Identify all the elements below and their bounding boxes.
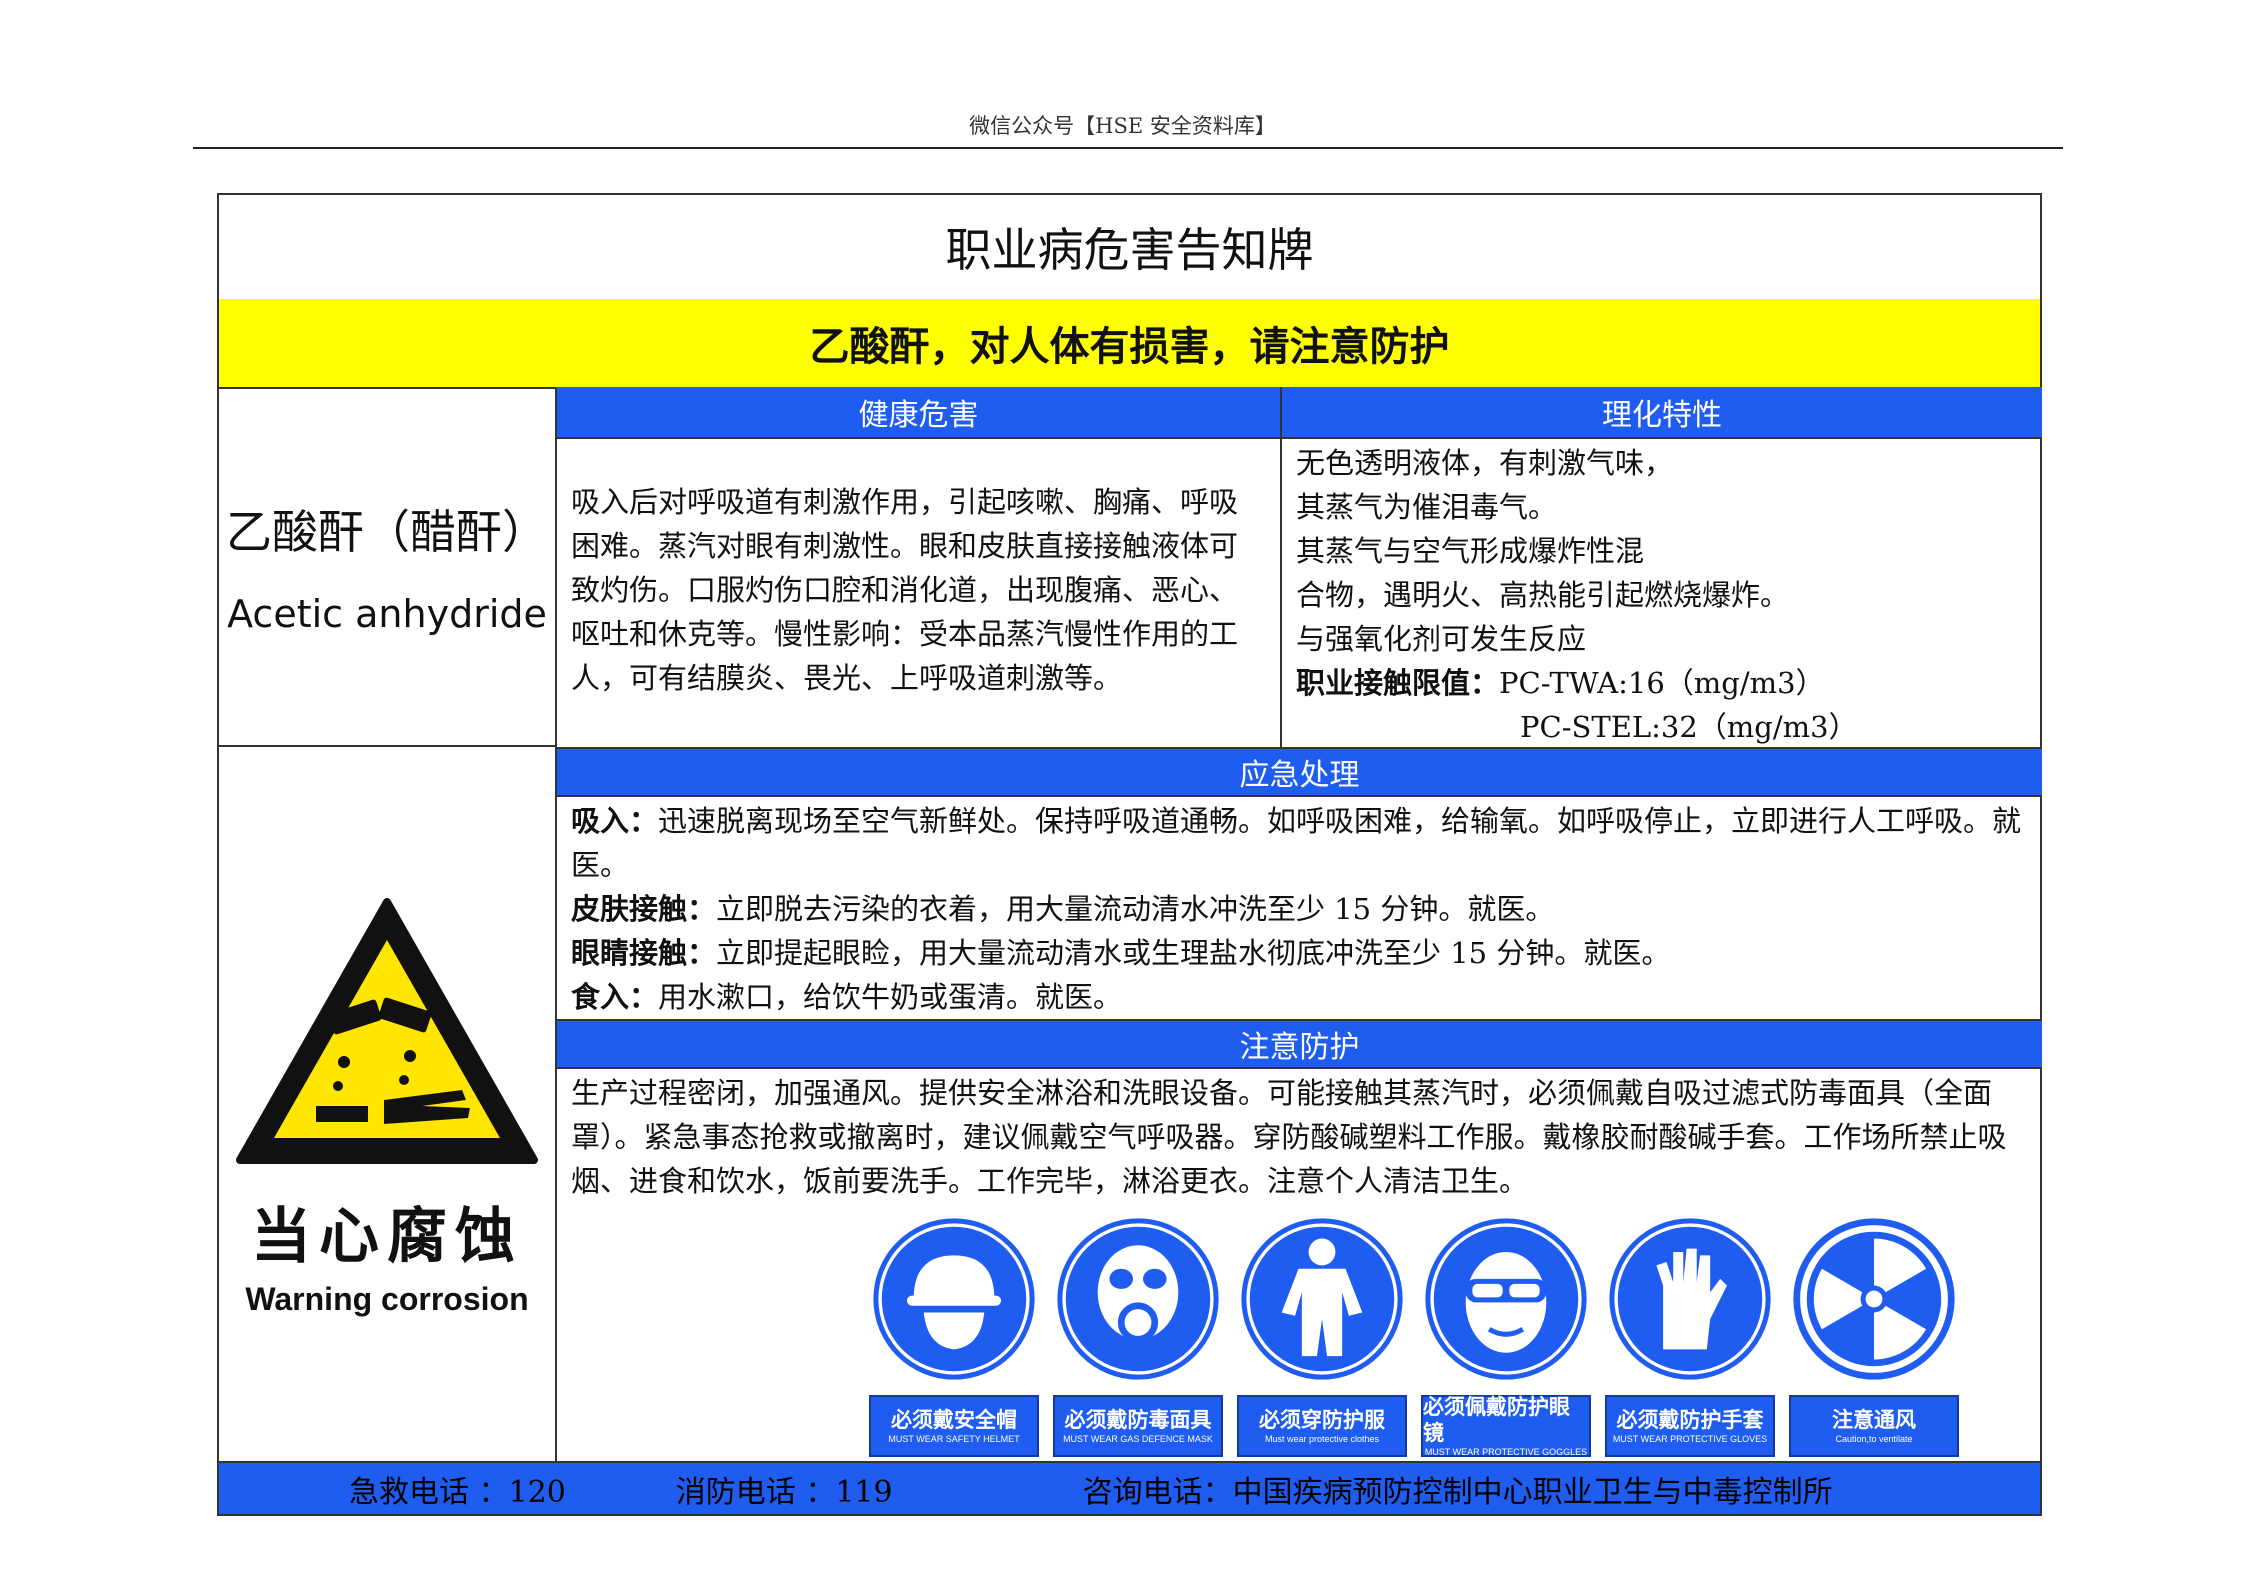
sign-label-cn: 必须戴防毒面具 (1064, 1408, 1212, 1432)
emergency-heading: 应急处理 (557, 747, 2042, 797)
footer-bar: 急救电话 ：120 消防电话 ：119 咨询电话：中国疾病预防控制中心职业卫生与… (219, 1461, 2040, 1514)
gloves-icon (1609, 1218, 1771, 1380)
property-line: 与强氧化剂可发生反应 (1296, 622, 1587, 656)
protection-text: 生产过程密闭，加强通风。提供安全淋浴和洗眼设备。可能接触其蒸汽时，必须佩戴自吸过… (571, 1076, 2007, 1198)
emergency-label: 皮肤接触： (571, 892, 717, 926)
ppe-sign: 注意通风 Caution,to ventilate (1789, 1215, 1959, 1457)
chemical-name-cn: 乙酸酐（醋酐） (226, 505, 548, 559)
ventilation-icon (1793, 1218, 1955, 1380)
sign-label-cn: 必须穿防护服 (1259, 1408, 1385, 1432)
hazard-sign-cn: 当心腐蚀 (251, 1202, 523, 1272)
sign-label-en: Caution,to ventilate (1835, 1434, 1913, 1444)
fire-phone: 消防电话 ：119 (675, 1474, 893, 1510)
properties-block: 无色透明液体，有刺激气味， 其蒸气为催泪毒气。 其蒸气与空气形成爆炸性混 合物，… (1296, 441, 2036, 749)
hazard-notice-board: 职业病危害告知牌 乙酸酐，对人体有损害，请注意防护 乙酸酐（醋酐） Acetic… (217, 193, 2042, 1516)
ppe-sign: 必须戴安全帽 MUST WEAR SAFETY HELMET (869, 1215, 1039, 1457)
header-rule (193, 147, 2063, 149)
ppe-sign-row: 必须戴安全帽 MUST WEAR SAFETY HELMET 必须戴防毒面具 MUS… (869, 1215, 1959, 1457)
board-title: 职业病危害告知牌 (219, 195, 2040, 301)
protective-clothes-icon (1241, 1218, 1403, 1380)
properties-heading: 理化特性 (1282, 387, 2042, 439)
property-line: 无色透明液体，有刺激气味， (1296, 446, 1674, 480)
first-aid-phone: 急救电话 ：120 (349, 1474, 566, 1510)
sign-label-en: MUST WEAR GAS DEFENCE MASK (1063, 1434, 1213, 1444)
sign-label-cn: 必须戴防护手套 (1616, 1408, 1764, 1432)
pc-stel: PC-STEL:32（mg/m3） (1520, 710, 1858, 744)
column-divider (1280, 387, 1282, 747)
corrosion-warning-icon (236, 898, 538, 1164)
ppe-sign: 必须佩戴防护眼镜 MUST WEAR PROTECTIVE GOGGLES (1421, 1215, 1591, 1457)
health-text: 吸入后对呼吸道有刺激作用，引起咳嗽、胸痛、呼吸困难。蒸汽对眼有刺激性。眼和皮肤直… (571, 485, 1239, 695)
exposure-limit-label: 职业接触限值： (1296, 666, 1500, 700)
sign-label-en: MUST WEAR PROTECTIVE GLOVES (1612, 1434, 1768, 1444)
property-line: 合物，遇明火、高热能引起燃烧爆炸。 (1296, 578, 1790, 612)
emergency-label: 食入： (571, 980, 659, 1014)
consult-phone: 咨询电话：中国疾病预防控制中心职业卫生与中毒控制所 (1082, 1474, 1833, 1510)
property-line: 其蒸气与空气形成爆炸性混 (1296, 534, 1645, 568)
sign-label-cn: 必须戴安全帽 (891, 1408, 1017, 1432)
health-heading: 健康危害 (557, 387, 1280, 439)
emergency-text: 迅速脱离现场至空气新鲜处。保持呼吸道通畅。如呼吸困难，给输氧。如呼吸停止，立即进… (571, 804, 2022, 882)
emergency-text: 立即提起眼睑，用大量流动清水或生理盐水彻底冲洗至少 15 分钟。就医。 (716, 936, 1671, 970)
emergency-text: 用水漱口，给饮牛奶或蛋清。就医。 (658, 980, 1123, 1014)
emergency-block: 吸入：迅速脱离现场至空气新鲜处。保持呼吸道通畅。如呼吸困难，给输氧。如呼吸停止，… (571, 799, 2031, 1019)
sign-label-cn: 必须佩戴防护眼镜 (1423, 1395, 1570, 1445)
ppe-sign: 必须戴防毒面具 MUST WEAR GAS DEFENCE MASK (1053, 1215, 1223, 1457)
sign-label-cn: 注意通风 (1832, 1408, 1916, 1432)
pc-twa: PC-TWA:16（mg/m3） (1499, 666, 1825, 700)
chemical-name-cell: 乙酸酐（醋酐） Acetic anhydride (219, 387, 557, 747)
emergency-label: 吸入： (571, 804, 659, 838)
helmet-icon (873, 1218, 1035, 1380)
sign-label-en: MUST WEAR SAFETY HELMET (888, 1434, 1020, 1444)
hazard-sign-en: Warning corrosion (245, 1281, 529, 1317)
sign-label-en: Must wear protective clothes (1264, 1434, 1380, 1444)
sign-label-en: MUST WEAR PROTECTIVE GOGGLES (1424, 1447, 1588, 1457)
protection-heading: 注意防护 (557, 1019, 2042, 1069)
goggles-icon (1425, 1218, 1587, 1380)
warning-banner: 乙酸酐，对人体有损害，请注意防护 (219, 299, 2040, 389)
emergency-text: 立即脱去污染的衣着，用大量流动清水冲洗至少 15 分钟。就医。 (716, 892, 1555, 926)
ppe-sign: 必须戴防护手套 MUST WEAR PROTECTIVE GLOVES (1605, 1215, 1775, 1457)
property-line: 其蒸气为催泪毒气。 (1296, 490, 1558, 524)
ppe-sign: 必须穿防护服 Must wear protective clothes (1237, 1215, 1407, 1457)
gas-mask-icon (1057, 1218, 1219, 1380)
hazard-sign-cell: 当心腐蚀 Warning corrosion (219, 747, 557, 1465)
emergency-label: 眼睛接触： (571, 936, 717, 970)
header-text: 微信公众号【HSE 安全资料库】 (969, 114, 1276, 138)
chemical-name-en: Acetic anhydride (227, 592, 547, 636)
